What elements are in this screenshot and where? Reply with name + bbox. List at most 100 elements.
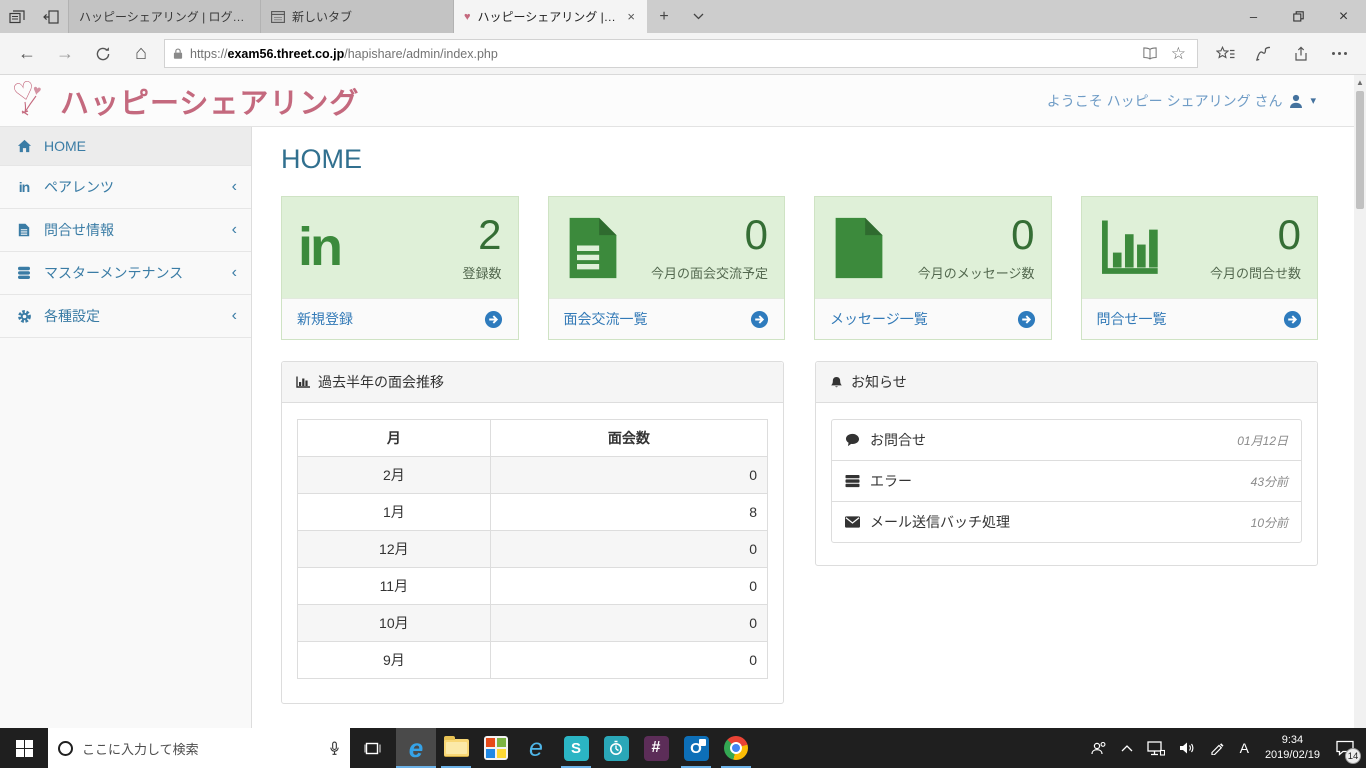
taskbar-app-chrome[interactable] [716,728,756,768]
scroll-up-icon[interactable]: ▲ [1356,75,1364,87]
card-footer-link[interactable]: 面会交流一覧 [564,309,648,329]
sidebar-item-home[interactable]: HOME [0,127,251,166]
table-row: 11月 0 [297,567,769,605]
user-menu[interactable]: ようこそ ハッピー シェアリング さん ▾ [1047,91,1340,111]
card-footer-link[interactable]: 新規登録 [297,309,353,329]
page-title: HOME [281,144,362,174]
browser-tab-login[interactable]: ハッピーシェアリング | ログイン [68,0,261,33]
welcome-text: ようこそ ハッピー シェアリング さん [1046,92,1283,109]
stat-card-top: 0 今月のメッセージ数 [815,197,1051,298]
set-tabs-aside-icon[interactable] [34,0,68,33]
sidebar-item-inquiry-info[interactable]: 問合せ情報 ‹ [0,209,251,252]
stat-label: 今月の問合せ数 [1209,265,1301,281]
taskbar-app-edge[interactable]: e [396,728,436,768]
bell-icon [830,375,843,390]
sidebar-item-master-maintenance[interactable]: マスターメンテナンス ‹ [0,252,251,295]
taskbar-app-timer[interactable] [596,728,636,768]
taskbar-app-file-explorer[interactable] [436,728,476,768]
cortana-icon [58,740,73,756]
browser-tab-top-active[interactable]: ♥ ハッピーシェアリング | トップ × [454,0,647,33]
card-footer-link[interactable]: メッセージ一覧 [830,309,928,329]
forward-icon[interactable]: → [46,36,84,72]
tray-chevron-up-icon[interactable] [1114,728,1140,768]
arrow-circle-right-icon[interactable] [750,310,769,329]
favorites-hub-icon[interactable] [1206,36,1244,72]
add-favorite-star-icon[interactable]: ☆ [1168,44,1189,64]
share-icon[interactable] [1282,36,1320,72]
taskbar-app-s-tool[interactable]: S [556,728,596,768]
reading-view-icon[interactable] [1139,47,1161,60]
pen-input-icon[interactable] [1202,728,1232,768]
notice-panel: お知らせ お問合せ 01月12日 エラー 43分前 メール送信バッチ処理 10分… [815,361,1318,566]
stat-card-footer[interactable]: 新規登録 [282,298,518,339]
comment-icon [845,433,860,447]
taskbar-app-store[interactable] [476,728,516,768]
stat-value: 0 [1011,210,1035,258]
stat-card-footer[interactable]: 面会交流一覧 [548,298,784,339]
network-icon[interactable] [1140,728,1172,768]
notice-item-mail-batch[interactable]: メール送信バッチ処理 10分前 [832,502,1301,542]
address-bar[interactable]: https://exam56.threet.co.jp/hapishare/ad… [164,39,1198,68]
taskbar-app-slack[interactable]: # [636,728,676,768]
linkedin-in-icon: in [298,216,343,277]
site-logo[interactable]: ♡ ♥ ハッピーシェアリング [10,75,359,122]
table-row: 2月 0 [297,456,769,494]
month-cell: 12月 [297,530,491,568]
home-icon[interactable]: ⌂ [122,36,160,72]
task-view-icon[interactable] [350,728,396,768]
back-icon[interactable]: ← [8,36,46,72]
taskbar-app-internet-explorer[interactable]: e [516,728,556,768]
tab-list-dropdown-icon[interactable] [681,0,715,33]
close-window-button[interactable]: × [1321,0,1366,33]
ime-indicator[interactable]: A [1232,728,1257,768]
minimize-button[interactable]: – [1231,0,1276,33]
stat-cards: in 2 登録数 新規登録 0 今月の面会交流予定 面会交流一覧 0 今月のメッ… [281,196,1318,340]
visits-panel-title: 過去半年の面会推移 [318,374,444,390]
people-icon[interactable] [1083,728,1114,768]
refresh-icon[interactable] [84,36,122,72]
web-note-pen-icon[interactable] [1244,36,1282,72]
restore-button[interactable] [1276,0,1321,33]
gear-icon [14,309,34,324]
taskbar-app-outlook[interactable]: O [676,728,716,768]
table-row: 9月 0 [297,641,769,679]
notice-item-inquiry[interactable]: お問合せ 01月12日 [832,420,1301,461]
arrow-circle-right-icon[interactable] [1283,310,1302,329]
settings-more-icon[interactable] [1320,36,1358,72]
sidebar-item-parents[interactable]: in ペアレンツ ‹ [0,166,251,209]
start-button[interactable] [0,728,48,768]
month-cell: 9月 [297,641,491,679]
tab-title: ハッピーシェアリング | トップ [477,10,619,24]
microphone-icon[interactable] [329,741,340,756]
microsoft-store-icon [484,736,508,760]
bar-chart-icon [1098,218,1160,278]
url-text[interactable]: https://exam56.threet.co.jp/hapishare/ad… [190,47,1132,61]
slack-icon: # [643,735,669,761]
windows-taskbar: ここに入力して検索 e e S # O A 9:34 2019/02/19 14 [0,728,1366,768]
tab-close-icon[interactable]: × [625,9,637,24]
arrow-circle-right-icon[interactable] [484,310,503,329]
taskbar-search-input[interactable]: ここに入力して検索 [48,728,350,768]
tab-preview-icon[interactable] [0,0,34,33]
month-cell: 11月 [297,567,491,605]
taskbar-clock[interactable]: 9:34 2019/02/19 [1257,728,1328,768]
main-content: HOME in 2 登録数 新規登録 0 今月の面会交流予定 面会交流一覧 0 … [252,127,1366,728]
sidebar-item-settings[interactable]: 各種設定 ‹ [0,295,251,338]
volume-icon[interactable] [1172,728,1202,768]
table-row: 1月 8 [297,493,769,531]
card-footer-link[interactable]: 問合せ一覧 [1097,309,1167,329]
chevron-left-icon: ‹ [231,221,237,238]
new-tab-button[interactable]: + [647,0,681,33]
arrow-circle-right-icon[interactable] [1017,310,1036,329]
scrollbar-thumb[interactable] [1356,91,1364,209]
linkedin-in-icon: in [18,179,30,195]
action-center-icon[interactable]: 14 [1328,728,1366,768]
page-scrollbar[interactable]: ▲ [1354,75,1366,728]
stat-card-footer[interactable]: メッセージ一覧 [815,298,1051,339]
stat-card-footer[interactable]: 問合せ一覧 [1081,298,1317,339]
column-header-month: 月 [297,419,491,457]
notice-item-error[interactable]: エラー 43分前 [832,461,1301,502]
stat-value: 2 [478,210,502,258]
chevron-left-icon: ‹ [231,264,237,281]
browser-tab-newtab[interactable]: 新しいタブ [261,0,454,33]
